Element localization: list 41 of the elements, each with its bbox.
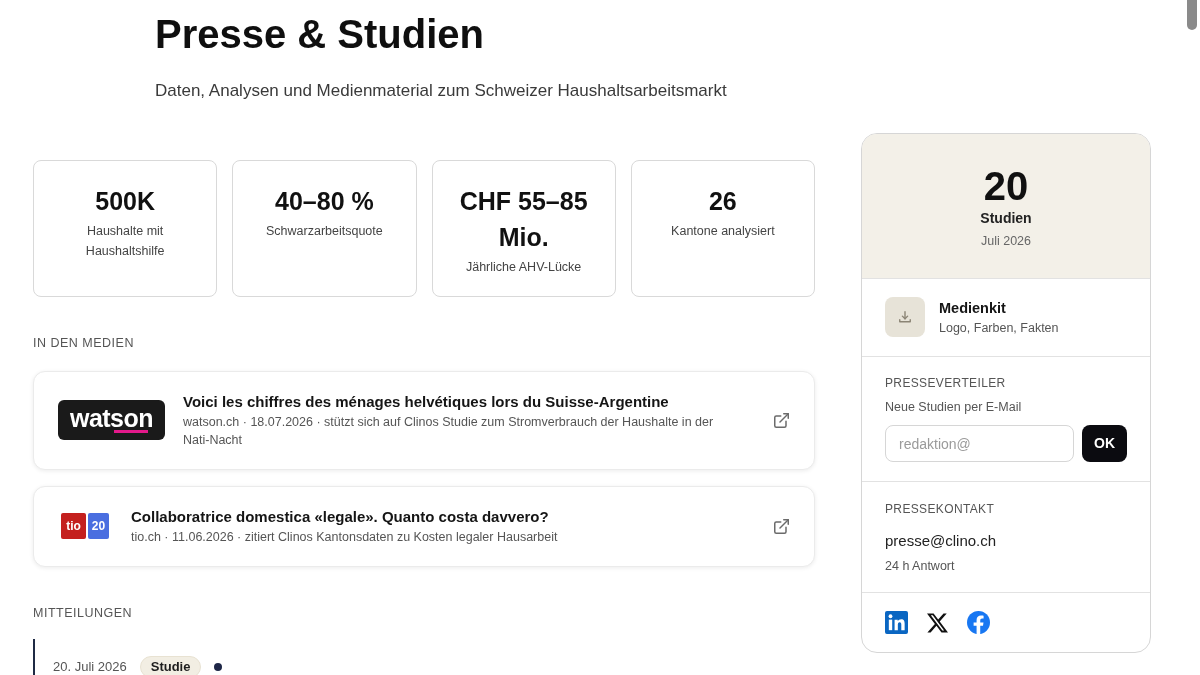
- study-count: 20: [983, 164, 1029, 208]
- news-logo: tio 20: [61, 513, 109, 539]
- media-kit-title: Medienkit: [939, 298, 1006, 318]
- section-heading: PRESSEKONTAKT: [885, 501, 995, 518]
- section-heading: MITTEILUNGEN: [33, 605, 133, 622]
- media-kit-subtitle: Logo, Farben, Fakten: [939, 319, 1059, 337]
- study-date: Juli 2026: [980, 233, 1031, 250]
- article-title: Voici les chiffres des ménages helvétiques lors du Suisse-Argentine: [183, 392, 669, 412]
- x-logo-icon[interactable]: [927, 612, 948, 633]
- linkedin-icon[interactable]: [885, 611, 908, 634]
- download-icon[interactable]: [885, 297, 925, 337]
- subscribe-button[interactable]: OK: [1082, 425, 1127, 462]
- stat-label: Haushalte mit Haushaltshilfe: [84, 223, 166, 260]
- release-date: 20. Juli 2026: [53, 658, 127, 675]
- news-logo: watson: [58, 400, 165, 440]
- media-card[interactable]: tio 20 Collaboratrice domestica «legale». Quanto costa davvero? tio.ch · 11.06.2026 · zitiert Clinos Kantonsdaten zu Kosten legaler Hausarbeit: [33, 486, 815, 567]
- article-title: Collaboratrice domestica «legale». Quanto costa davvero?: [131, 507, 549, 527]
- response-note: 24 h Antwort: [885, 558, 955, 575]
- scrollbar-thumb[interactable]: [1187, 0, 1197, 30]
- article-meta: tio.ch · 11.06.2026 · zitiert Clinos Kantonsdaten zu Kosten legaler Hausarbeit: [131, 529, 559, 546]
- page-subtitle: Daten, Analysen und Medienmaterial zum Schweizer Haushaltsarbeitsmarkt: [155, 80, 727, 102]
- study-label: Studien: [980, 209, 1032, 228]
- external-link-icon: [774, 518, 789, 534]
- stat-label: Schwarzarbeitsquote: [266, 223, 383, 240]
- email-input-field[interactable]: redaktion@: [885, 425, 1074, 462]
- external-link-icon: [774, 412, 789, 428]
- section-heading: IN DEN MEDIEN: [33, 335, 134, 352]
- stat-label: Kantone analysiert: [671, 223, 775, 240]
- media-card[interactable]: watson Voici les chiffres des ménages helvétiques lors du Suisse-Argentine watson.ch · 18.07.2026 · stützt sich auf Clinos Studie zum Stromverbrauch der Haushalte in der Nati-Nacht: [33, 371, 815, 470]
- stat-value: CHF 55–85 Mio.: [458, 186, 589, 253]
- stat-value: 40–80 %: [275, 186, 374, 217]
- facebook-icon[interactable]: [967, 611, 990, 634]
- tag-badge: Studie: [139, 656, 202, 675]
- stat-value: 500K: [95, 186, 155, 217]
- stat-label: Jährliche AHV-Lücke: [465, 259, 582, 276]
- stat-value: 26: [708, 186, 737, 217]
- newsletter-text: Neue Studien per E-Mail: [885, 399, 1022, 416]
- email-link[interactable]: presse@clino.ch: [885, 530, 997, 552]
- article-meta: watson.ch · 18.07.2026 · stützt sich auf Clinos Studie zum Stromverbrauch der Haushalte in der Nati-Nacht: [183, 414, 715, 449]
- section-heading: PRESSEVERTEILER: [885, 375, 1006, 392]
- page-title: Presse & Studien: [155, 11, 484, 58]
